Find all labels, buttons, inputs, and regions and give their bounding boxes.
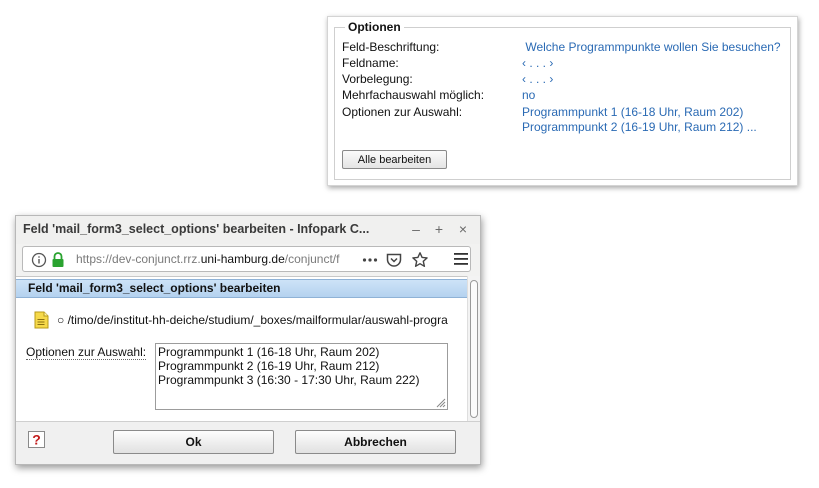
textarea-line: Programmpunkt 2 (16-19 Uhr, Raum 212) [158,359,380,373]
hamburger-menu-icon[interactable] [452,251,470,267]
more-icon[interactable] [361,251,379,269]
resize-grip-icon[interactable] [435,397,446,408]
textarea-line: Programmpunkt 3 (16:30 - 17:30 Uhr, Raum… [158,373,420,387]
textarea-line: Programmpunkt 1 (16-18 Uhr, Raum 202) [158,345,380,359]
options-fieldset: Optionen Feld-Beschriftung: Welche Progr… [334,20,791,180]
url-bar[interactable]: https://dev-conjunct.rrz.uni-hamburg.de/… [22,246,471,272]
popup-window: Feld 'mail_form3_select_options' bearbei… [15,215,481,465]
ok-button[interactable]: Ok [113,430,274,454]
value-feld-beschriftung[interactable]: Welche Programmpunkte wollen Sie besuche… [522,40,780,54]
document-icon [34,311,49,329]
value-optionen-line-1[interactable]: Programmpunkt 1 (16-18 Uhr, Raum 202) [522,105,743,119]
help-glyph: ? [32,432,41,448]
label-feldname: Feldname: [342,56,399,70]
label-mehrfachauswahl: Mehrfachauswahl möglich: [342,88,485,102]
label-feld-beschriftung: Feld-Beschriftung: [342,40,440,54]
window-title: Feld 'mail_form3_select_options' bearbei… [23,222,370,236]
path-text: /timo/de/institut-hh-deiche/studium/_box… [67,313,448,327]
close-button[interactable]: × [454,220,472,238]
dialog-content: Feld 'mail_form3_select_options' bearbei… [16,276,467,421]
vertical-scrollbar[interactable] [467,276,480,421]
options-legend: Optionen [345,20,404,34]
bookmark-star-icon[interactable] [411,251,429,269]
edit-all-button[interactable]: Alle bearbeiten [342,150,447,169]
cancel-button[interactable]: Abbrechen [295,430,456,454]
lock-icon[interactable] [51,251,65,269]
path-bullet: ○ [57,313,65,327]
window-titlebar[interactable]: Feld 'mail_form3_select_options' bearbei… [16,216,480,244]
file-path: ○ /timo/de/institut-hh-deiche/studium/_b… [57,313,467,327]
url-prefix: https://dev-conjunct.rrz. [76,252,201,266]
value-optionen-line-2[interactable]: Programmpunkt 2 (16-19 Uhr, Raum 212) ..… [522,120,757,134]
value-vorbelegung[interactable]: ‹ . . . › [522,72,553,86]
maximize-button[interactable]: + [430,220,448,238]
minimize-button[interactable]: – [407,220,425,238]
value-mehrfachauswahl[interactable]: no [522,88,535,102]
label-optionen-zur-auswahl: Optionen zur Auswahl: [342,105,463,119]
value-feldname[interactable]: ‹ . . . › [522,56,553,70]
dialog-footer: ? Ok Abbrechen [16,421,480,464]
label-vorbelegung: Vorbelegung: [342,72,413,86]
dialog-title: Feld 'mail_form3_select_options' bearbei… [16,279,467,298]
options-panel: Optionen Feld-Beschriftung: Welche Progr… [327,16,798,186]
options-textarea[interactable]: Programmpunkt 1 (16-18 Uhr, Raum 202) Pr… [155,343,448,410]
scrollbar-thumb[interactable] [470,280,478,418]
help-icon[interactable]: ? [28,431,45,448]
options-field-label: Optionen zur Auswahl: [26,345,147,360]
info-icon[interactable] [31,251,47,269]
url-text[interactable]: https://dev-conjunct.rrz.uni-hamburg.de/… [76,252,354,266]
pocket-icon[interactable] [385,251,403,269]
url-host: uni-hamburg.de [200,252,285,266]
url-suffix: /conjunct/f [284,252,340,266]
